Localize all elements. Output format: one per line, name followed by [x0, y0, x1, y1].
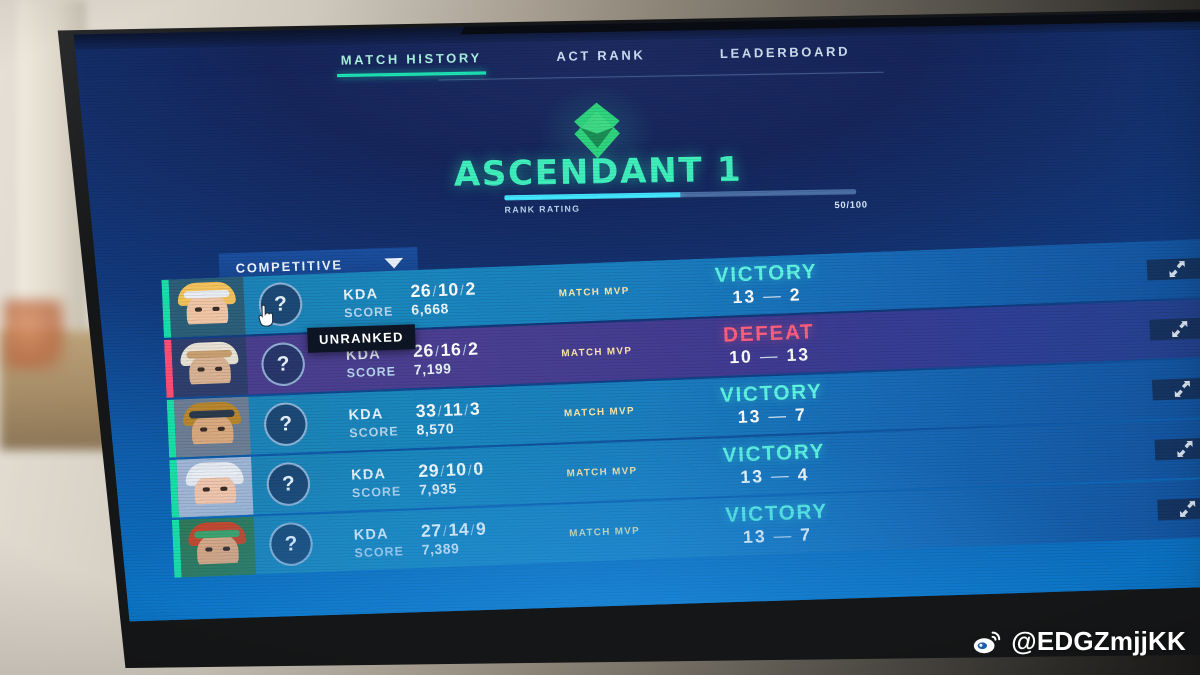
score-value: 6,668 [410, 300, 450, 318]
unranked-tooltip: UNRANKED [307, 324, 416, 353]
map-ascent-thumbnail [865, 390, 1153, 402]
watermark-handle: @EDGZmjjKK [1011, 626, 1186, 656]
agent-portrait-1 [168, 276, 246, 338]
score-label: SCORE [349, 423, 399, 440]
map-lotus-thumbnail [863, 330, 1150, 342]
match-stats: KDA 33/11/3 SCORE 8,570 [348, 395, 565, 440]
expand-icon[interactable] [1151, 377, 1200, 401]
score-value: 7,199 [413, 360, 452, 378]
map-landmark [963, 456, 998, 462]
rank-rating-block: RANK RATING 50/100 [504, 189, 868, 215]
kda-label: KDA [342, 284, 379, 303]
map-lotus-thumbnail [868, 450, 1155, 462]
expand-icon[interactable] [1154, 437, 1200, 461]
score-label: SCORE [351, 483, 402, 500]
agent-portrait-5 [179, 516, 257, 578]
watermark: @EDGZmjjKK [972, 626, 1186, 657]
map-art [865, 390, 1153, 402]
unranked-question-icon[interactable]: ? [260, 341, 306, 387]
map-art [863, 330, 1150, 342]
agent-portrait-4 [176, 456, 254, 518]
kda-label: KDA [353, 524, 389, 543]
rank-rating-max: 100 [849, 199, 868, 210]
map-terrain [863, 330, 1150, 342]
map-terrain [868, 450, 1155, 462]
match-stats: KDA 27/14/9 SCORE 7,389 [353, 515, 570, 560]
agent-portrait-2 [171, 336, 249, 398]
game-screen: BACK // CAREER 0:08 3/ [73, 12, 1200, 622]
score-label: SCORE [343, 303, 394, 320]
match-result: VICTORY 13 — 7 [682, 500, 872, 551]
map-art [871, 510, 1158, 522]
kda-value: 33/11/3 [415, 398, 481, 421]
match-stats: KDA 26/10/2 SCORE 6,668 [342, 275, 560, 320]
match-mvp-badge: MATCH MVP [563, 404, 636, 419]
expand-icon[interactable] [1146, 257, 1200, 281]
match-stats: KDA 29/10/0 SCORE 7,935 [350, 455, 568, 500]
match-result: VICTORY 13 — 7 [677, 380, 867, 431]
shelf-object [4, 300, 64, 370]
unranked-question-icon[interactable]: ? [263, 401, 309, 447]
kda-label: KDA [348, 404, 384, 423]
tab-act-rank[interactable]: ACT RANK [556, 48, 646, 73]
match-result: VICTORY 13 — 2 [672, 260, 862, 311]
map-ascent-thumbnail [871, 510, 1158, 522]
score-value: 8,570 [416, 420, 455, 438]
kda-label: KDA [350, 464, 387, 483]
unranked-question-icon[interactable]: ? [268, 521, 314, 567]
match-mvp-badge: MATCH MVP [561, 344, 633, 359]
unranked-question-icon[interactable]: ? [265, 461, 312, 507]
weibo-logo-icon [972, 627, 1002, 657]
rank-rating-fill [504, 192, 681, 200]
match-history-list: ? KDA 26/10/2 SCORE 6,668 MATCH MVP VICTORY 13 … [161, 238, 1200, 580]
rank-rating-current: 50 [834, 199, 847, 211]
score-label: SCORE [346, 363, 397, 380]
score-label: SCORE [354, 543, 405, 560]
match-mvp-badge: MATCH MVP [558, 284, 630, 300]
map-landmark [957, 336, 993, 342]
tab-match-history[interactable]: MATCH HISTORY [341, 51, 483, 77]
match-result: DEFEAT 10 — 13 [674, 320, 864, 371]
score-value: 7,389 [421, 540, 460, 558]
tab-leaderboard[interactable]: LEADERBOARD [720, 44, 851, 70]
chevron-down-icon [384, 257, 404, 269]
kda-value: 26/16/2 [412, 338, 479, 361]
kda-value: 27/14/9 [420, 518, 487, 541]
map-ascent-thumbnail [860, 270, 1148, 282]
map-art [860, 270, 1148, 282]
map-structure [983, 331, 1116, 337]
kda-value: 29/10/0 [417, 458, 485, 481]
match-mvp-badge: MATCH MVP [566, 464, 638, 479]
kda-value: 26/10/2 [410, 278, 477, 301]
agent-portrait-3 [173, 396, 251, 458]
match-result: VICTORY 13 — 4 [679, 440, 869, 491]
rank-rating-label: RANK RATING [504, 202, 581, 215]
score-value: 7,935 [418, 480, 458, 498]
map-art [868, 450, 1155, 462]
expand-icon[interactable] [1157, 497, 1200, 521]
expand-icon[interactable] [1149, 317, 1200, 341]
monitor-screen: BACK // CAREER 0:08 3/ [73, 12, 1200, 622]
match-mvp-badge: MATCH MVP [568, 524, 641, 539]
map-structure [988, 451, 1121, 457]
mouse-cursor-icon [257, 303, 278, 328]
rank-rating-value: 50/100 [834, 199, 868, 210]
